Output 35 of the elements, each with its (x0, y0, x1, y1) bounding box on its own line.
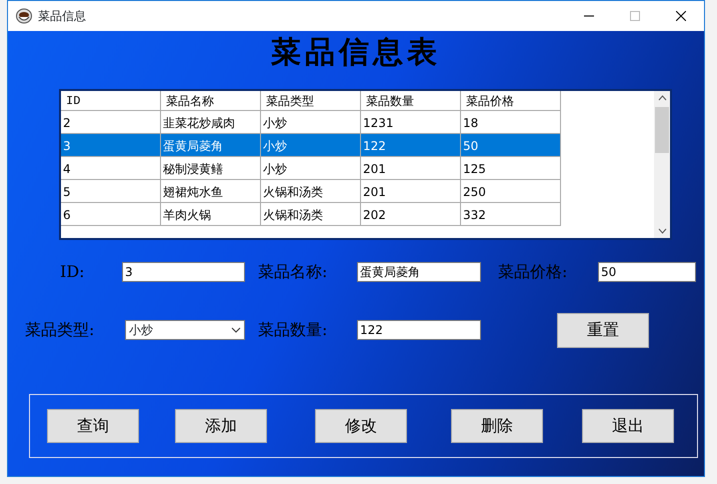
field-label: 菜品名称: (258, 261, 328, 283)
scroll-down-icon[interactable] (658, 228, 667, 234)
table-row[interactable]: 5 翅裙炖水鱼 火锅和汤类 201 250 (61, 180, 654, 203)
column-header[interactable]: 菜品名称 (161, 91, 261, 111)
column-header[interactable]: 菜品数量 (361, 91, 461, 111)
form-heading: 菜品信息表 (270, 34, 442, 72)
table-row[interactable]: 4 秘制浸黄鳝 小炒 201 125 (61, 157, 654, 180)
reset-button[interactable]: 重置 (557, 312, 649, 348)
close-icon (676, 11, 686, 21)
field-label: ID: (60, 261, 86, 283)
scroll-thumb[interactable] (655, 107, 670, 153)
column-header[interactable]: 菜品类型 (261, 91, 361, 111)
action-button[interactable]: 删除 (451, 409, 543, 443)
caret-icon (231, 327, 241, 333)
field-label: 菜品价格: (498, 261, 568, 283)
scrollbar[interactable] (654, 91, 670, 238)
action-button[interactable]: 添加 (175, 409, 267, 443)
input-field[interactable]: 3 (122, 262, 245, 282)
type-dropdown[interactable]: 小炒 (125, 320, 245, 340)
window-title: 菜品信息 (38, 8, 86, 25)
action-button[interactable]: 修改 (315, 409, 407, 443)
cup-icon (16, 8, 32, 24)
field-label: 菜品数量: (258, 319, 328, 341)
input-field[interactable]: 50 (598, 262, 696, 282)
column-header[interactable]: ID (61, 91, 161, 111)
scroll-up-icon[interactable] (658, 95, 667, 101)
input-field[interactable]: 蛋黄局菱角 (357, 262, 481, 282)
table-row[interactable]: 6 羊肉火锅 火锅和汤类 202 332 (61, 203, 654, 226)
table-row[interactable]: 3 蛋黄局菱角 小炒 122 50 (61, 134, 654, 157)
field-label: 菜品类型: (25, 319, 96, 341)
action-button[interactable]: 查询 (47, 409, 139, 443)
input-field[interactable]: 122 (357, 320, 481, 340)
maximize-icon (630, 11, 640, 21)
action-button[interactable]: 退出 (582, 409, 674, 443)
column-header[interactable]: 菜品价格 (461, 91, 561, 111)
